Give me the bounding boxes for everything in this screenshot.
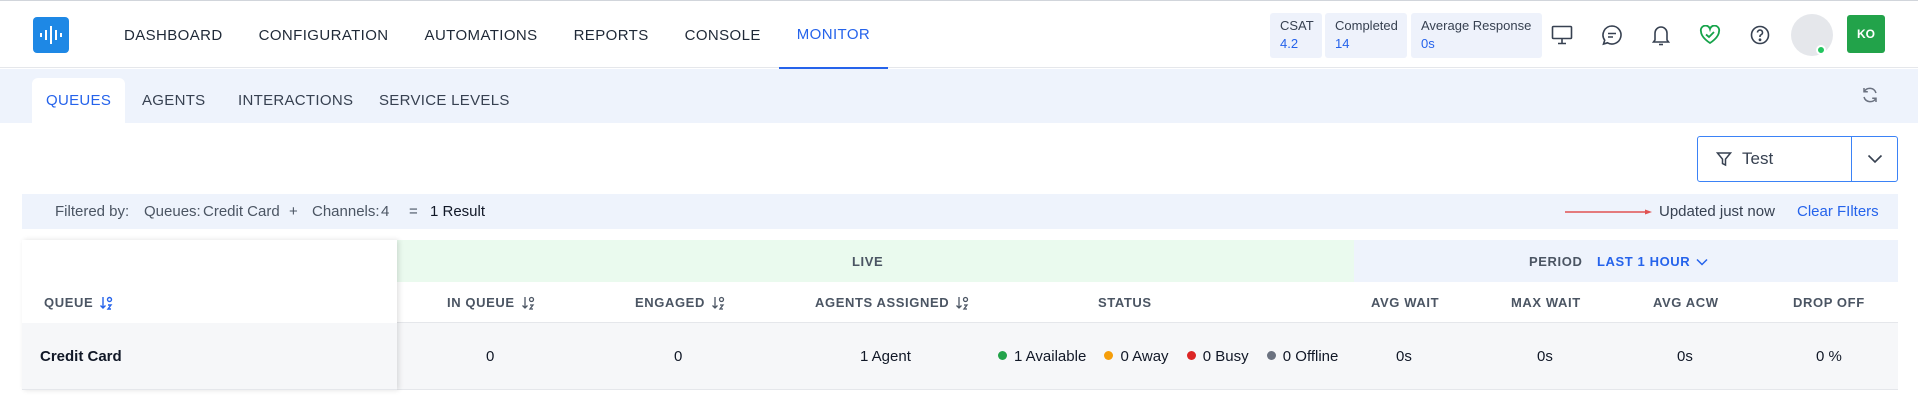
col-engaged-label: ENGAGED [635,295,705,310]
col-engaged[interactable]: ENGAGED [635,295,725,310]
stat-csat-value: 4.2 [1280,36,1299,51]
available-dot [998,351,1007,360]
filter-queues-value[interactable]: Credit Card [203,203,280,220]
col-max-wait: MAX WAIT [1511,295,1581,310]
refresh-icon[interactable] [1858,83,1882,107]
stat-csat[interactable]: CSAT 4.2 [1270,13,1322,58]
status-available: 1 Available [998,348,1086,365]
live-group-header: LIVE [397,240,1354,282]
status-away: 0 Away [1104,348,1169,365]
status-away-text: 0 Away [1120,348,1169,365]
period-group-label: PERIOD [1529,254,1583,269]
cell-max-wait: 0s [1537,348,1553,365]
stat-completed-label: Completed [1335,18,1398,33]
cell-avg-acw: 0s [1677,348,1693,365]
cell-agents-assigned: 1 Agent [860,348,911,365]
col-avg-wait: AVG WAIT [1371,295,1440,310]
stat-completed-value: 14 [1335,36,1350,51]
chevron-down-icon [1696,258,1708,266]
filter-result-count: 1 Result [430,203,486,220]
updated-status: Updated just now [1659,203,1775,220]
status-available-text: 1 Available [1014,348,1087,365]
sort-icon [711,296,725,310]
tab-queues[interactable]: QUEUES [32,78,126,123]
status-offline-text: 0 Offline [1282,348,1339,365]
tab-service-levels[interactable]: SERVICE LEVELS [365,78,524,123]
col-queue[interactable]: QUEUE [44,295,113,310]
frozen-queue-column: QUEUE Credit Card [22,240,397,390]
col-agents-assigned[interactable]: AGENTS ASSIGNED [815,295,969,310]
nav-automations[interactable]: AUTOMATIONS [407,1,556,69]
col-in-queue[interactable]: IN QUEUE [447,295,535,310]
stat-average-response[interactable]: Average Response 0s [1411,13,1542,58]
status-busy: 0 Busy [1186,348,1249,365]
filter-equals: = [409,203,418,220]
filter-plus: + [289,203,298,220]
away-dot [1104,351,1114,360]
col-queue-label: QUEUE [44,295,94,310]
cell-status: 1 Available 0 Away 0 Busy 0 Offline [998,348,1338,365]
sub-tab-bar: QUEUES AGENTS INTERACTIONS SERVICE LEVEL… [0,69,1918,123]
queues-table: LIVE PERIOD LAST 1 HOUR IN QUEUE ENGAGED… [22,240,1898,390]
nav-monitor[interactable]: MONITOR [778,1,889,69]
filter-channels-label: Channels: [312,203,380,220]
cell-in-queue: 0 [486,348,495,365]
sort-icon [956,296,969,310]
heart-icon[interactable] [1695,20,1725,50]
tab-agents[interactable]: AGENTS [128,78,219,123]
frozen-row[interactable]: Credit Card [22,323,397,390]
nav-configuration[interactable]: CONFIGURATION [241,1,407,69]
col-agents-assigned-label: AGENTS ASSIGNED [815,295,950,310]
sort-active-icon [100,296,113,310]
filtered-by-label: Filtered by: [55,203,130,220]
sort-icon [521,296,534,310]
stat-average-response-value: 0s [1421,36,1435,51]
col-status: STATUS [1098,295,1152,310]
cell-queue-name[interactable]: Credit Card [40,348,122,365]
col-avg-acw: AVG ACW [1653,295,1719,310]
offline-dot [1266,351,1276,360]
monitor-icon[interactable] [1547,20,1577,50]
nav-reports[interactable]: REPORTS [556,1,667,69]
stat-csat-label: CSAT [1280,18,1314,33]
top-bar: DASHBOARD CONFIGURATION AUTOMATIONS REPO… [0,0,1918,69]
chevron-down-icon[interactable] [1852,137,1897,181]
help-icon[interactable] [1745,20,1775,50]
period-group-header: PERIOD LAST 1 HOUR [1354,240,1898,282]
cell-drop-off: 0 % [1816,348,1842,365]
clear-filters-link[interactable]: Clear FIlters [1797,203,1879,220]
waveform-icon [40,26,62,44]
status-busy-text: 0 Busy [1202,348,1249,365]
bell-icon[interactable] [1646,20,1676,50]
live-group-label: LIVE [852,254,884,269]
nav-dashboard[interactable]: DASHBOARD [106,1,241,69]
tab-interactions[interactable]: INTERACTIONS [224,78,367,123]
online-status-dot [1816,45,1826,55]
saved-filter-label: Test [1742,149,1774,168]
saved-filter-button[interactable]: Test [1698,137,1852,181]
col-in-queue-label: IN QUEUE [447,295,515,310]
cell-avg-wait: 0s [1396,348,1412,365]
main-nav: DASHBOARD CONFIGURATION AUTOMATIONS REPO… [106,1,889,69]
stat-average-response-label: Average Response [1421,18,1532,33]
busy-dot [1186,351,1196,360]
filter-channels-value[interactable]: 4 [381,203,389,220]
status-offline: 0 Offline [1266,348,1339,365]
app-logo[interactable] [33,17,69,53]
saved-filter-dropdown[interactable]: Test [1697,136,1898,182]
chat-icon[interactable] [1597,20,1627,50]
annotation-arrow [1565,209,1652,215]
avatar[interactable] [1791,14,1833,56]
filter-queues-label: Queues: [144,203,201,220]
filter-icon [1716,152,1732,167]
stat-completed[interactable]: Completed 14 [1325,13,1407,58]
period-selector[interactable]: LAST 1 HOUR [1597,254,1708,269]
period-selector-value: LAST 1 HOUR [1597,254,1691,269]
user-initials-badge[interactable]: KO [1847,15,1885,53]
cell-engaged: 0 [674,348,683,365]
col-drop-off: DROP OFF [1793,295,1865,310]
nav-console[interactable]: CONSOLE [667,1,779,69]
